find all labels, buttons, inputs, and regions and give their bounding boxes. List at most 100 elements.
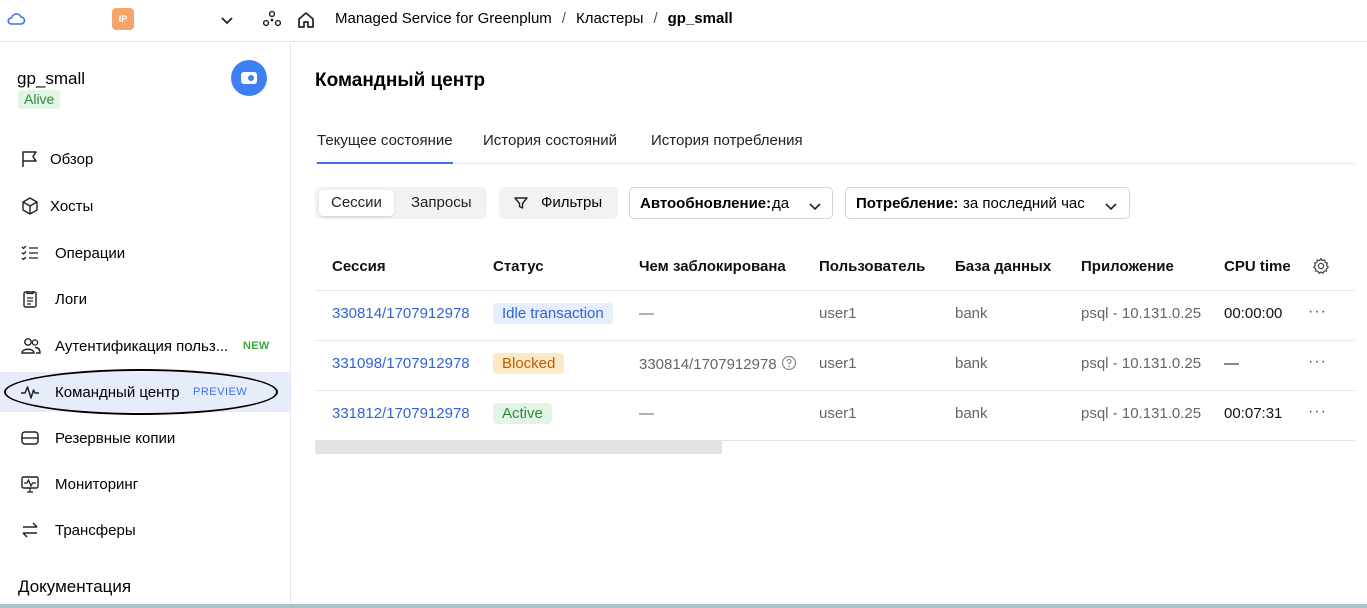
user-cell: user1 — [819, 405, 857, 422]
status-badge: Blocked — [493, 353, 565, 374]
cluster-name: gp_small — [17, 69, 86, 88]
table-settings-gear-icon[interactable] — [1312, 257, 1330, 279]
home-icon[interactable] — [296, 10, 316, 34]
monitor-icon — [20, 474, 40, 494]
sidebar-item-logs[interactable]: Логи — [0, 279, 291, 319]
top-bar: IP Managed Service for Greenplum / Класт… — [0, 0, 1367, 42]
sidebar-item-label: Трансферы — [55, 521, 136, 539]
services-icon[interactable] — [262, 10, 282, 34]
users-icon — [20, 336, 41, 356]
table-row[interactable]: 331812/1707912978 Active — user1 bank ps… — [315, 391, 1355, 441]
sidebar-item-label: Операции — [55, 244, 126, 262]
cpu-time-cell: — — [1224, 355, 1239, 372]
filters-label: Фильтры — [541, 194, 603, 211]
session-link[interactable]: 331812/1707912978 — [332, 405, 470, 422]
sidebar-item-label: Мониторинг — [55, 475, 139, 493]
new-tag: NEW — [243, 340, 270, 352]
sidebar-item-command-center[interactable]: Командный центр PREVIEW — [0, 372, 291, 412]
flag-icon — [20, 149, 40, 169]
org-selector[interactable] — [28, 4, 108, 36]
breadcrumb: Managed Service for Greenplum / Кластеры… — [335, 10, 733, 27]
database-cell: bank — [955, 355, 988, 372]
table-row[interactable]: 330814/1707912978 Idle transaction — use… — [315, 291, 1355, 341]
bottom-strip — [0, 604, 1367, 608]
sidebar-item-label: Резервные копии — [55, 429, 176, 447]
sidebar-item-label: Аутентификация польз... — [55, 337, 229, 355]
sidebar-item-label: Хосты — [50, 197, 94, 215]
session-link[interactable]: 331098/1707912978 — [332, 355, 470, 372]
sidebar-item-hosts[interactable]: Хосты — [0, 186, 291, 226]
tabs: Текущее состояние История состояний Исто… — [315, 120, 1355, 164]
row-menu-button[interactable]: ··· — [1308, 403, 1327, 421]
arrows-icon — [20, 520, 40, 540]
breadcrumb-current: gp_small — [667, 10, 733, 27]
blocked-by-cell: 330814/1707912978 — [639, 355, 797, 375]
sidebar-item-transfers[interactable]: Трансферы — [0, 510, 291, 550]
column-header-application[interactable]: Приложение — [1081, 258, 1174, 275]
cloud-icon[interactable] — [6, 10, 26, 32]
autorefresh-value: да — [772, 195, 790, 212]
consumption-select[interactable]: Потребление: за последний час — [845, 187, 1130, 219]
cpu-time-cell: 00:00:00 — [1224, 305, 1283, 322]
autorefresh-key: Автообновление: — [640, 195, 772, 212]
column-header-database[interactable]: База данных — [955, 258, 1051, 275]
application-cell: psql - 10.131.0.25 — [1081, 305, 1202, 322]
cpu-time-cell: 00:07:31 — [1224, 405, 1283, 422]
segment-queries[interactable]: Запросы — [399, 190, 484, 216]
breadcrumb-service[interactable]: Managed Service for Greenplum — [335, 10, 552, 27]
breadcrumb-clusters[interactable]: Кластеры — [576, 10, 644, 27]
application-cell: psql - 10.131.0.25 — [1081, 405, 1202, 422]
tab-state-history[interactable]: История состояний — [483, 132, 617, 149]
project-name[interactable] — [138, 4, 218, 36]
filter-icon — [513, 195, 529, 215]
chevron-down-icon[interactable] — [219, 12, 235, 32]
segment-sessions[interactable]: Сессии — [319, 190, 394, 216]
user-cell: user1 — [819, 305, 857, 322]
row-menu-button[interactable]: ··· — [1308, 353, 1327, 371]
session-link[interactable]: 330814/1707912978 — [332, 305, 470, 322]
sidebar-item-operations[interactable]: Операции — [0, 233, 291, 273]
sidebar-item-overview[interactable]: Обзор — [0, 139, 291, 179]
column-header-blocked-by[interactable]: Чем заблокирована — [639, 258, 786, 275]
consumption-key: Потребление: — [856, 195, 959, 212]
breadcrumb-separator: / — [561, 10, 566, 27]
blocked-by-cell: — — [639, 405, 654, 422]
sidebar: gp_small Alive Обзор Хосты Операции Логи… — [0, 43, 291, 608]
tab-consumption-history[interactable]: История потребления — [651, 132, 803, 149]
column-header-session[interactable]: Сессия — [332, 258, 386, 275]
status-badge: Active — [493, 403, 552, 424]
breadcrumb-separator: / — [653, 10, 658, 27]
database-cell: bank — [955, 405, 988, 422]
preview-tag: PREVIEW — [193, 386, 248, 398]
database-cell: bank — [955, 305, 988, 322]
project-avatar[interactable]: IP — [112, 8, 134, 30]
horizontal-scrollbar[interactable] — [315, 440, 722, 454]
sidebar-item-label: Обзор — [50, 150, 94, 168]
column-header-cpu-time[interactable]: CPU time — [1224, 258, 1291, 275]
column-header-status[interactable]: Статус — [493, 258, 544, 275]
document-icon — [20, 289, 40, 309]
tab-current-state[interactable]: Текущее состояние — [317, 132, 453, 164]
column-header-user[interactable]: Пользователь — [819, 258, 925, 275]
sidebar-item-monitoring[interactable]: Мониторинг — [0, 464, 291, 504]
cluster-status-badge: Alive — [18, 90, 61, 109]
filters-button[interactable]: Фильтры — [499, 187, 618, 219]
sidebar-item-backups[interactable]: Резервные копии — [0, 418, 291, 458]
disk-icon — [20, 428, 40, 448]
chevron-down-icon — [808, 199, 822, 216]
chevron-down-icon — [1104, 199, 1118, 216]
autorefresh-select[interactable]: Автообновление: да — [629, 187, 833, 219]
list-check-icon — [20, 243, 40, 263]
consumption-value: за последний час — [963, 195, 1085, 212]
application-cell: psql - 10.131.0.25 — [1081, 355, 1202, 372]
cube-icon — [20, 196, 40, 216]
help-icon[interactable] — [781, 355, 797, 375]
table-row[interactable]: 331098/1707912978 Blocked 330814/1707912… — [315, 341, 1355, 391]
sidebar-item-label: Логи — [55, 290, 88, 308]
row-menu-button[interactable]: ··· — [1308, 303, 1327, 321]
documentation-link[interactable]: Документация — [18, 577, 131, 597]
pulse-icon — [20, 382, 40, 402]
sidebar-item-label: Командный центр — [55, 383, 180, 401]
view-switcher: Сессии Запросы — [315, 187, 487, 219]
sidebar-item-auth[interactable]: Аутентификация польз... NEW — [0, 326, 291, 366]
